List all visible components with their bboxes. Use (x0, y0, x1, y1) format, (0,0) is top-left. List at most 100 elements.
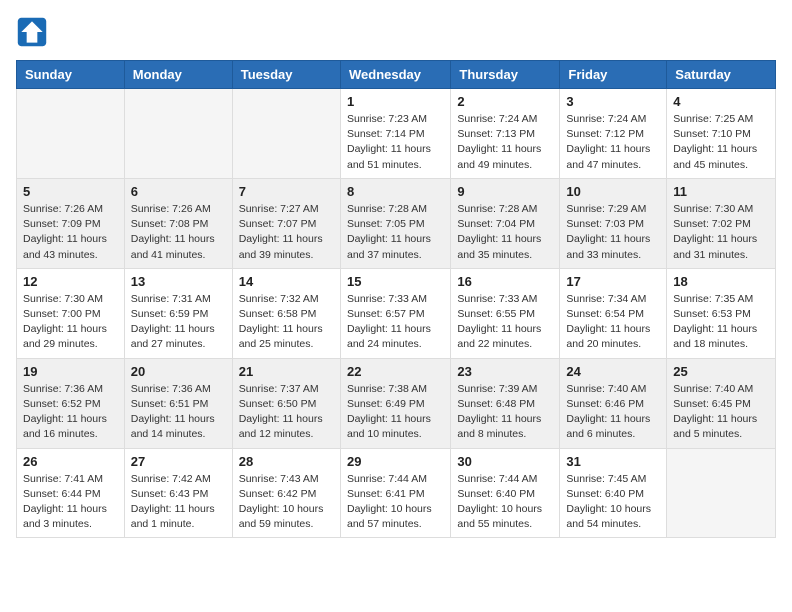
day-info: Sunrise: 7:33 AM Sunset: 6:57 PM Dayligh… (347, 292, 444, 353)
day-number: 31 (566, 454, 660, 469)
week-row-4: 19 Sunrise: 7:36 AM Sunset: 6:52 PM Dayli… (17, 358, 776, 448)
day-number: 20 (131, 364, 226, 379)
day-cell: 8 Sunrise: 7:28 AM Sunset: 7:05 PM Daylig… (340, 178, 450, 268)
day-cell (17, 89, 125, 179)
col-header-wednesday: Wednesday (340, 61, 450, 89)
day-number: 4 (673, 94, 769, 109)
day-info: Sunrise: 7:23 AM Sunset: 7:14 PM Dayligh… (347, 112, 444, 173)
day-info: Sunrise: 7:26 AM Sunset: 7:08 PM Dayligh… (131, 202, 226, 263)
day-number: 24 (566, 364, 660, 379)
day-number: 30 (457, 454, 553, 469)
day-info: Sunrise: 7:29 AM Sunset: 7:03 PM Dayligh… (566, 202, 660, 263)
day-info: Sunrise: 7:38 AM Sunset: 6:49 PM Dayligh… (347, 382, 444, 443)
day-info: Sunrise: 7:40 AM Sunset: 6:46 PM Dayligh… (566, 382, 660, 443)
week-row-3: 12 Sunrise: 7:30 AM Sunset: 7:00 PM Dayli… (17, 268, 776, 358)
day-cell: 12 Sunrise: 7:30 AM Sunset: 7:00 PM Dayli… (17, 268, 125, 358)
day-cell: 9Sunrise: 7:28 AM Sunset: 7:04 PM Daylig… (451, 178, 560, 268)
day-info: Sunrise: 7:33 AM Sunset: 6:55 PM Dayligh… (457, 292, 553, 353)
day-cell: 19 Sunrise: 7:36 AM Sunset: 6:52 PM Dayli… (17, 358, 125, 448)
day-cell: 26Sunrise: 7:41 AM Sunset: 6:44 PM Dayli… (17, 448, 125, 538)
calendar: SundayMondayTuesdayWednesdayThursdayFrid… (16, 60, 776, 538)
day-info: Sunrise: 7:28 AM Sunset: 7:05 PM Dayligh… (347, 202, 444, 263)
day-info: Sunrise: 7:26 AM Sunset: 7:09 PM Dayligh… (23, 202, 118, 263)
day-number: 22 (347, 364, 444, 379)
day-number: 8 (347, 184, 444, 199)
day-cell: 18 Sunrise: 7:35 AM Sunset: 6:53 PM Dayli… (667, 268, 776, 358)
week-row-1: 1 Sunrise: 7:23 AM Sunset: 7:14 PM Daylig… (17, 89, 776, 179)
day-cell: 22 Sunrise: 7:38 AM Sunset: 6:49 PM Dayli… (340, 358, 450, 448)
col-header-saturday: Saturday (667, 61, 776, 89)
day-cell: 28 Sunrise: 7:43 AM Sunset: 6:42 PM Dayli… (232, 448, 340, 538)
logo (16, 16, 52, 48)
day-info: Sunrise: 7:24 AM Sunset: 7:13 PM Dayligh… (457, 112, 553, 173)
day-cell: 30 Sunrise: 7:44 AM Sunset: 6:40 PM Dayli… (451, 448, 560, 538)
day-cell: 13 Sunrise: 7:31 AM Sunset: 6:59 PM Dayli… (124, 268, 232, 358)
day-number: 26 (23, 454, 118, 469)
day-number: 19 (23, 364, 118, 379)
day-number: 13 (131, 274, 226, 289)
day-number: 29 (347, 454, 444, 469)
logo-icon (16, 16, 48, 48)
day-cell: 23 Sunrise: 7:39 AM Sunset: 6:48 PM Dayli… (451, 358, 560, 448)
col-header-sunday: Sunday (17, 61, 125, 89)
day-number: 5 (23, 184, 118, 199)
day-info: Sunrise: 7:37 AM Sunset: 6:50 PM Dayligh… (239, 382, 334, 443)
day-info: Sunrise: 7:34 AM Sunset: 6:54 PM Dayligh… (566, 292, 660, 353)
day-cell: 20 Sunrise: 7:36 AM Sunset: 6:51 PM Dayli… (124, 358, 232, 448)
day-info: Sunrise: 7:35 AM Sunset: 6:53 PM Dayligh… (673, 292, 769, 353)
day-cell: 24 Sunrise: 7:40 AM Sunset: 6:46 PM Dayli… (560, 358, 667, 448)
day-cell: 5 Sunrise: 7:26 AM Sunset: 7:09 PM Daylig… (17, 178, 125, 268)
day-number: 25 (673, 364, 769, 379)
day-info: Sunrise: 7:32 AM Sunset: 6:58 PM Dayligh… (239, 292, 334, 353)
day-cell: 27Sunrise: 7:42 AM Sunset: 6:43 PM Dayli… (124, 448, 232, 538)
day-number: 2 (457, 94, 553, 109)
col-header-monday: Monday (124, 61, 232, 89)
day-number: 15 (347, 274, 444, 289)
week-row-5: 26Sunrise: 7:41 AM Sunset: 6:44 PM Dayli… (17, 448, 776, 538)
col-header-friday: Friday (560, 61, 667, 89)
day-info: Sunrise: 7:30 AM Sunset: 7:00 PM Dayligh… (23, 292, 118, 353)
day-cell: 2 Sunrise: 7:24 AM Sunset: 7:13 PM Daylig… (451, 89, 560, 179)
day-cell: 17 Sunrise: 7:34 AM Sunset: 6:54 PM Dayli… (560, 268, 667, 358)
day-cell: 14 Sunrise: 7:32 AM Sunset: 6:58 PM Dayli… (232, 268, 340, 358)
day-number: 21 (239, 364, 334, 379)
day-number: 10 (566, 184, 660, 199)
day-number: 3 (566, 94, 660, 109)
day-cell: 6 Sunrise: 7:26 AM Sunset: 7:08 PM Daylig… (124, 178, 232, 268)
day-cell: 31Sunrise: 7:45 AM Sunset: 6:40 PM Dayli… (560, 448, 667, 538)
day-cell: 16Sunrise: 7:33 AM Sunset: 6:55 PM Dayli… (451, 268, 560, 358)
day-number: 11 (673, 184, 769, 199)
day-cell (124, 89, 232, 179)
day-info: Sunrise: 7:31 AM Sunset: 6:59 PM Dayligh… (131, 292, 226, 353)
day-number: 14 (239, 274, 334, 289)
day-number: 12 (23, 274, 118, 289)
day-info: Sunrise: 7:43 AM Sunset: 6:42 PM Dayligh… (239, 472, 334, 533)
day-number: 1 (347, 94, 444, 109)
day-cell: 3Sunrise: 7:24 AM Sunset: 7:12 PM Daylig… (560, 89, 667, 179)
day-number: 17 (566, 274, 660, 289)
day-cell: 21 Sunrise: 7:37 AM Sunset: 6:50 PM Dayli… (232, 358, 340, 448)
day-cell (232, 89, 340, 179)
day-cell: 11Sunrise: 7:30 AM Sunset: 7:02 PM Dayli… (667, 178, 776, 268)
day-cell (667, 448, 776, 538)
day-cell: 25 Sunrise: 7:40 AM Sunset: 6:45 PM Dayli… (667, 358, 776, 448)
day-info: Sunrise: 7:44 AM Sunset: 6:40 PM Dayligh… (457, 472, 553, 533)
day-info: Sunrise: 7:39 AM Sunset: 6:48 PM Dayligh… (457, 382, 553, 443)
week-row-2: 5 Sunrise: 7:26 AM Sunset: 7:09 PM Daylig… (17, 178, 776, 268)
day-info: Sunrise: 7:28 AM Sunset: 7:04 PM Dayligh… (457, 202, 553, 263)
day-cell: 10 Sunrise: 7:29 AM Sunset: 7:03 PM Dayli… (560, 178, 667, 268)
day-info: Sunrise: 7:40 AM Sunset: 6:45 PM Dayligh… (673, 382, 769, 443)
day-cell: 7Sunrise: 7:27 AM Sunset: 7:07 PM Daylig… (232, 178, 340, 268)
day-number: 18 (673, 274, 769, 289)
day-info: Sunrise: 7:36 AM Sunset: 6:52 PM Dayligh… (23, 382, 118, 443)
day-cell: 4Sunrise: 7:25 AM Sunset: 7:10 PM Daylig… (667, 89, 776, 179)
col-header-thursday: Thursday (451, 61, 560, 89)
day-cell: 1 Sunrise: 7:23 AM Sunset: 7:14 PM Daylig… (340, 89, 450, 179)
day-cell: 29Sunrise: 7:44 AM Sunset: 6:41 PM Dayli… (340, 448, 450, 538)
day-number: 6 (131, 184, 226, 199)
day-number: 27 (131, 454, 226, 469)
day-number: 23 (457, 364, 553, 379)
day-number: 28 (239, 454, 334, 469)
column-headers: SundayMondayTuesdayWednesdayThursdayFrid… (17, 61, 776, 89)
day-info: Sunrise: 7:36 AM Sunset: 6:51 PM Dayligh… (131, 382, 226, 443)
